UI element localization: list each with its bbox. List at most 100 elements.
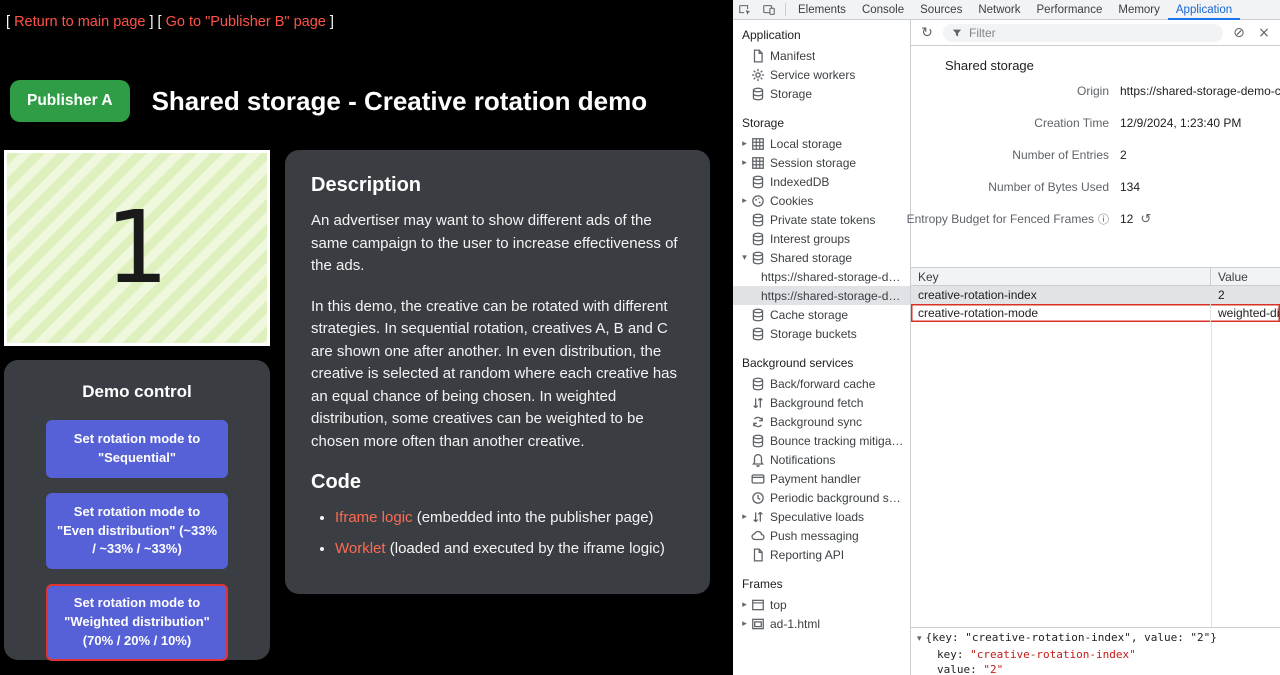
publisher-b-link[interactable]: Go to "Publisher B" page: [166, 14, 326, 30]
sync-icon: [751, 415, 765, 429]
info-icon[interactable]: ⓘ: [1098, 211, 1109, 227]
table-row-creative-rotation-mode[interactable]: creative-rotation-modeweighted-dist: [911, 304, 1280, 322]
sidebar-item-back-forward-cache[interactable]: Back/forward cache: [733, 374, 910, 393]
sidebar-item-service-workers[interactable]: Service workers: [733, 65, 910, 84]
sidebar-item-background-fetch[interactable]: Background fetch: [733, 393, 910, 412]
tab-application[interactable]: Application: [1168, 0, 1240, 20]
sidebar-item-indexeddb[interactable]: IndexedDB: [733, 172, 910, 191]
metadata-row-entropy-budget-for-fenced-frames: Entropy Budget for Fenced Framesⓘ12↺: [911, 203, 1280, 235]
sidebar-section-frames[interactable]: Frames: [733, 573, 910, 595]
tab-sources[interactable]: Sources: [912, 0, 970, 20]
sidebar-item-notifications[interactable]: Notifications: [733, 450, 910, 469]
clear-icon[interactable]: ⊘: [1230, 25, 1248, 41]
sidebar-item-private-state-tokens[interactable]: Private state tokens: [733, 210, 910, 229]
bracket: ]: [326, 14, 334, 30]
filter-input[interactable]: [969, 26, 1214, 40]
sidebar-item-interest-groups[interactable]: Interest groups: [733, 229, 910, 248]
tab-memory[interactable]: Memory: [1110, 0, 1168, 20]
sidebar-item-push-messaging[interactable]: Push messaging: [733, 526, 910, 545]
return-to-main-link[interactable]: Return to main page: [14, 14, 145, 30]
grid-empty-area: [911, 322, 1280, 627]
preview-summary-line: ▾{key: "creative-rotation-index", value:…: [917, 630, 1274, 647]
metadata-value: 2: [1120, 148, 1127, 162]
twisty-collapsed-icon[interactable]: ▸: [738, 619, 751, 629]
preview-entry-value: "creative-rotation-index": [970, 648, 1136, 661]
sidebar-item-manifest[interactable]: Manifest: [733, 46, 910, 65]
sidebar-item-storage[interactable]: Storage: [733, 84, 910, 103]
sidebar-section-storage[interactable]: Storage: [733, 112, 910, 134]
sidebar-item-payment-handler[interactable]: Payment handler: [733, 469, 910, 488]
rotation-mode-button-2[interactable]: Set rotation mode to "Even distribution"…: [46, 493, 228, 570]
publisher-page: [ Return to main page ] [ Go to "Publish…: [0, 0, 733, 675]
worklet-link[interactable]: Worklet: [335, 540, 386, 557]
twisty-collapsed-icon[interactable]: ▸: [738, 139, 751, 149]
column-header-key[interactable]: Key: [911, 268, 1211, 285]
twisty-collapsed-icon[interactable]: ▸: [738, 512, 751, 522]
sidebar-item-background-sync[interactable]: Background sync: [733, 412, 910, 431]
twisty-expanded-icon[interactable]: ▾: [738, 253, 751, 263]
sidebar-item-cookies[interactable]: ▸Cookies: [733, 191, 910, 210]
sidebar-item-reporting-api[interactable]: Reporting API: [733, 545, 910, 564]
database-icon: [751, 251, 765, 265]
sidebar-item-local-storage[interactable]: ▸Local storage: [733, 134, 910, 153]
sidebar-section-background-services[interactable]: Background services: [733, 352, 910, 374]
metadata-label-text: Number of Entries: [1012, 148, 1109, 162]
close-icon[interactable]: ×: [1255, 25, 1273, 41]
twisty-collapsed-icon[interactable]: ▸: [738, 600, 751, 610]
sidebar-item-label: Reporting API: [770, 548, 844, 562]
divider: [785, 3, 786, 16]
devtools-tabbar: ElementsConsoleSourcesNetworkPerformance…: [733, 0, 1280, 20]
reset-budget-icon[interactable]: ↺: [1140, 212, 1151, 227]
iframe-logic-link[interactable]: Iframe logic: [335, 509, 413, 526]
metadata-label-text: Entropy Budget for Fenced Frames: [907, 212, 1094, 226]
device-toolbar-icon[interactable]: [761, 2, 777, 18]
sidebar-item-storage-buckets[interactable]: Storage buckets: [733, 324, 910, 343]
database-icon: [751, 308, 765, 322]
twisty-expanded-icon[interactable]: ▾: [917, 634, 922, 644]
tab-elements[interactable]: Elements: [790, 0, 854, 20]
tab-performance[interactable]: Performance: [1029, 0, 1111, 20]
tab-network[interactable]: Network: [970, 0, 1028, 20]
sidebar-item-label: Interest groups: [770, 232, 850, 246]
sidebar-item-label: Notifications: [770, 453, 835, 467]
metadata-label: Origin: [911, 84, 1109, 98]
sidebar-item-label: Speculative loads: [770, 510, 864, 524]
database-icon: [751, 175, 765, 189]
sidebar-item-periodic-background-s[interactable]: Periodic background s…: [733, 488, 910, 507]
rotation-mode-button-1[interactable]: Set rotation mode to "Sequential": [46, 420, 228, 478]
preview-entry-name: key:: [937, 648, 970, 661]
sidebar-item-top[interactable]: ▸top: [733, 595, 910, 614]
twisty-collapsed-icon[interactable]: ▸: [738, 158, 751, 168]
code-list-item-text: (embedded into the publisher page): [413, 509, 654, 526]
page-title: Shared storage - Creative rotation demo: [152, 86, 648, 117]
sidebar-item-label: Payment handler: [770, 472, 861, 486]
tab-console[interactable]: Console: [854, 0, 912, 20]
filter-box[interactable]: [943, 24, 1223, 42]
sidebar-item-bounce-tracking-mitiga[interactable]: Bounce tracking mitiga…: [733, 431, 910, 450]
description-paragraph-1: An advertiser may want to show different…: [311, 210, 684, 278]
sidebar-item-ad-1-html[interactable]: ▸ad-1.html: [733, 614, 910, 633]
sidebar-item-cache-storage[interactable]: Cache storage: [733, 305, 910, 324]
table-row-creative-rotation-index[interactable]: creative-rotation-index2: [911, 286, 1280, 304]
sidebar-item-session-storage[interactable]: ▸Session storage: [733, 153, 910, 172]
grid-rows: creative-rotation-index2creative-rotatio…: [911, 286, 1280, 322]
sidebar-item-https-shared-storage-d[interactable]: https://shared-storage-d…: [733, 267, 910, 286]
rotation-mode-button-3[interactable]: Set rotation mode to "Weighted distribut…: [46, 584, 228, 661]
file-icon: [751, 49, 765, 63]
inspect-element-icon[interactable]: [737, 2, 753, 18]
payment-icon: [751, 472, 765, 486]
sidebar-item-shared-storage[interactable]: ▾Shared storage: [733, 248, 910, 267]
devtools-tabs: ElementsConsoleSourcesNetworkPerformance…: [790, 0, 1240, 20]
metadata-row-origin: Originhttps://shared-storage-demo-co: [911, 75, 1280, 107]
metadata-label: Entropy Budget for Fenced Framesⓘ: [911, 211, 1109, 227]
sidebar-item-label: Periodic background s…: [770, 491, 901, 505]
sidebar-section-application[interactable]: Application: [733, 24, 910, 46]
filter-funnel-icon: [952, 28, 962, 38]
metadata-row-number-of-bytes-used: Number of Bytes Used134: [911, 171, 1280, 203]
twisty-collapsed-icon[interactable]: ▸: [738, 196, 751, 206]
table-icon: [751, 156, 765, 170]
column-header-value[interactable]: Value: [1211, 268, 1280, 285]
sidebar-item-https-shared-storage-d[interactable]: https://shared-storage-d…: [733, 286, 910, 305]
reload-icon[interactable]: ↻: [918, 25, 936, 41]
sidebar-item-speculative-loads[interactable]: ▸ Speculative loads: [733, 507, 910, 526]
